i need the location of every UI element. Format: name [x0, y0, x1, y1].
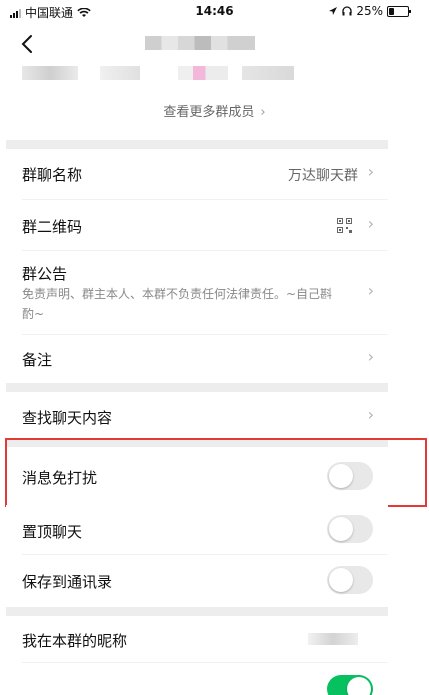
blurred-member[interactable]	[178, 66, 228, 80]
chevron-right-icon: ›	[260, 105, 266, 120]
group-qr-code-row[interactable]: 群二维码 ›	[6, 200, 388, 250]
toggle-knob	[329, 568, 353, 592]
group-notice-row[interactable]: 群公告 免责声明、群主本人、本群不负责任何法律责任。~自己斟酌~ ›	[6, 251, 388, 334]
chevron-right-icon: ›	[367, 214, 374, 233]
pin-chat-label: 置顶聊天	[22, 523, 83, 541]
show-member-nicknames-toggle[interactable]	[327, 675, 373, 695]
status-right: 25%	[328, 4, 411, 18]
view-more-members-link[interactable]: 查看更多群成员 ›	[0, 101, 429, 120]
chevron-right-icon: ›	[367, 347, 374, 366]
remark-label: 备注	[22, 351, 53, 369]
back-arrow-icon[interactable]	[16, 32, 40, 56]
blurred-member[interactable]	[100, 66, 140, 80]
battery-percent: 25%	[356, 4, 383, 18]
show-member-nicknames-row	[6, 663, 388, 695]
headphones-icon	[342, 6, 352, 16]
blurred-member[interactable]	[242, 66, 294, 80]
toggle-knob	[347, 677, 371, 695]
chevron-right-icon: ›	[367, 281, 374, 300]
section-divider	[6, 607, 388, 616]
save-to-contacts-toggle[interactable]	[327, 566, 373, 594]
location-icon	[329, 7, 338, 15]
group-name-row[interactable]: 群聊名称 万达聊天群 ›	[6, 149, 388, 199]
pin-chat-row: 置顶聊天	[6, 505, 388, 555]
group-qr-code-label: 群二维码	[22, 218, 83, 236]
blurred-group-title	[145, 36, 255, 50]
chevron-right-icon: ›	[367, 405, 374, 424]
group-name-value: 万达聊天群	[288, 168, 358, 184]
save-to-contacts-label: 保存到通讯录	[22, 573, 113, 591]
search-chat-history-row[interactable]: 查找聊天内容 ›	[6, 392, 388, 438]
pin-chat-toggle[interactable]	[327, 515, 373, 543]
battery-icon	[387, 5, 411, 17]
group-name-label: 群聊名称	[22, 166, 83, 184]
my-group-nickname-label: 我在本群的昵称	[22, 632, 128, 650]
chevron-right-icon: ›	[367, 162, 374, 181]
blurred-member[interactable]	[22, 66, 78, 80]
section-divider	[6, 383, 388, 392]
highlight-box	[5, 438, 427, 507]
group-notice-text: 免责声明、群主本人、本群不负责任何法律责任。~自己斟酌~	[22, 287, 333, 321]
remark-row[interactable]: 备注 ›	[6, 335, 388, 383]
qr-code-icon	[337, 218, 352, 233]
save-to-contacts-row: 保存到通讯录	[6, 555, 388, 607]
group-chat-settings-page: 中国联通 14:46 25% 查看更多群成员 › 群聊名称 万达聊天群 › 群二维…	[0, 0, 429, 695]
group-notice-label: 群公告	[22, 265, 68, 283]
toggle-knob	[329, 517, 353, 541]
search-chat-history-label: 查找聊天内容	[22, 409, 113, 427]
section-divider	[6, 140, 388, 149]
status-bar: 中国联通 14:46 25%	[0, 0, 429, 24]
nav-bar	[0, 24, 429, 64]
view-more-members-label: 查看更多群成员	[163, 105, 255, 120]
my-group-nickname-row[interactable]: 我在本群的昵称	[6, 616, 388, 662]
blurred-nickname-value	[308, 633, 358, 645]
